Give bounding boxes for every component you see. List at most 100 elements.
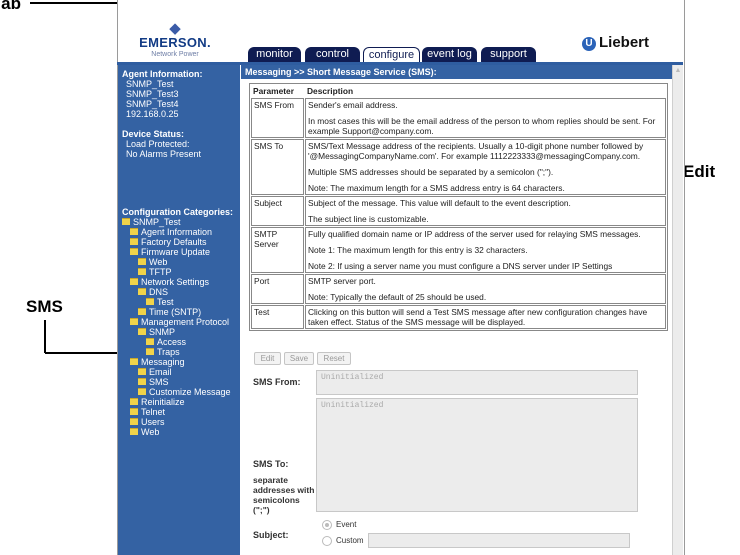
scroll-up-icon[interactable]: ▲	[674, 67, 682, 75]
tree-item-label: DNS	[149, 287, 169, 297]
sms-to-input[interactable]: Uninitialized	[316, 398, 638, 512]
table-row: SMS To SMS/Text Message address of the re…	[251, 139, 666, 195]
reset-button[interactable]: Reset	[317, 352, 351, 365]
vertical-scrollbar[interactable]: ▲	[672, 65, 683, 555]
description-cell: SMTP server port. Note: Typically the def…	[305, 274, 666, 304]
tree-item[interactable]: Customize Message	[122, 387, 233, 397]
description-paragraph: Note: The maximum length for a SMS addre…	[308, 183, 565, 193]
device-status-section: Device Status: Load Protected: No Alarms…	[122, 129, 201, 159]
tree-item[interactable]: Telnet	[122, 407, 233, 417]
agent-line: SNMP_Test3	[126, 89, 179, 99]
folder-icon	[122, 218, 130, 225]
config-tree: SNMP_Test Agent Information Factory Defaul…	[122, 217, 233, 437]
tree-item[interactable]: Email	[122, 367, 233, 377]
tab-configure[interactable]: configure	[363, 47, 420, 62]
subject-custom-label: Custom	[336, 536, 364, 545]
tree-item-label: SNMP_Test	[133, 217, 181, 227]
tree-item[interactable]: Management Protocol	[122, 317, 233, 327]
page-title: Messaging >> Short Message Service (SMS)…	[241, 65, 672, 79]
edit-button[interactable]: Edit	[254, 352, 281, 365]
tree-item[interactable]: Access	[122, 337, 233, 347]
description-paragraph: Note: Typically the default of 25 should…	[308, 292, 487, 302]
sidebar: Agent Information: SNMP_Test SNMP_Test3 …	[118, 65, 240, 555]
subject-event-radio[interactable]	[322, 520, 332, 530]
description-paragraph: Note 1: The maximum length for this entr…	[308, 245, 528, 255]
tab-monitor[interactable]: monitor	[248, 47, 301, 62]
folder-icon	[130, 318, 138, 325]
table-row: Subject Subject of the message. This valu…	[251, 196, 666, 226]
description-paragraph: Clicking on this button will send a Test…	[308, 307, 648, 327]
subject-custom-radio[interactable]	[322, 536, 332, 546]
sms-to-label: SMS To:	[253, 459, 289, 469]
table-row: Port SMTP server port. Note: Typically the…	[251, 274, 666, 304]
tree-item[interactable]: Time (SNTP)	[122, 307, 233, 317]
emerson-logo: ◆ EMERSON. Network Power	[135, 20, 215, 59]
agent-info-header: Agent Information:	[122, 69, 203, 79]
description-paragraph: SMTP server port.	[308, 276, 376, 286]
agent-line: SNMP_Test	[126, 79, 174, 89]
emerson-glyph-icon: ◆	[169, 20, 181, 37]
tree-item[interactable]: Factory Defaults	[122, 237, 233, 247]
param-cell: Port	[251, 274, 304, 304]
table-row: SMTP Server Fully qualified domain name o…	[251, 227, 666, 273]
tree-item[interactable]: Reinitialize	[122, 397, 233, 407]
tree-item-label: Time (SNTP)	[149, 307, 202, 317]
folder-icon	[138, 388, 146, 395]
tree-item[interactable]: Firmware Update	[122, 247, 233, 257]
description-cell: SMS/Text Message address of the recipien…	[305, 139, 666, 195]
subject-custom-input[interactable]	[368, 533, 630, 548]
tree-item[interactable]: TFTP	[122, 267, 233, 277]
tab-control[interactable]: control	[305, 47, 360, 62]
col-header-description: Description	[307, 86, 354, 96]
description-paragraph: Fully qualified domain name or IP addres…	[308, 229, 641, 239]
folder-icon	[130, 238, 138, 245]
tree-item-label: Users	[141, 417, 165, 427]
tree-item[interactable]: Network Settings	[122, 277, 233, 287]
sms-from-input[interactable]: Uninitialized	[316, 370, 638, 395]
device-status-header: Device Status:	[122, 129, 185, 139]
description-cell: Clicking on this button will send a Test…	[305, 305, 666, 329]
param-cell: SMS To	[251, 139, 304, 195]
tree-item-label: Customize Message	[149, 387, 231, 397]
folder-icon	[130, 408, 138, 415]
agent-info-section: Agent Information: SNMP_Test SNMP_Test3 …	[122, 69, 203, 119]
config-categories-header: Configuration Categories:	[122, 207, 234, 217]
tree-item[interactable]: Web	[122, 427, 233, 437]
tree-item[interactable]: Users	[122, 417, 233, 427]
description-paragraph: The subject line is customizable.	[308, 214, 429, 224]
tree-item[interactable]: Traps	[122, 347, 233, 357]
tab-event-log[interactable]: event log	[422, 47, 477, 62]
sms-from-label: SMS From:	[253, 377, 301, 387]
tree-item-label: Web	[141, 427, 160, 437]
folder-icon	[146, 298, 154, 305]
folder-icon	[138, 368, 146, 375]
save-button[interactable]: Save	[284, 352, 314, 365]
tree-item[interactable]: Agent Information	[122, 227, 233, 237]
tree-item[interactable]: SNMP	[122, 327, 233, 337]
folder-icon	[138, 288, 146, 295]
tree-item[interactable]: SNMP_Test	[122, 217, 233, 227]
folder-icon	[130, 428, 138, 435]
folder-icon	[130, 398, 138, 405]
config-categories-section: Configuration Categories: SNMP_Test Agent…	[122, 207, 233, 437]
tree-item[interactable]: SMS	[122, 377, 233, 387]
description-paragraph: Multiple SMS addresses should be separat…	[308, 167, 554, 177]
tree-item-label: Firmware Update	[141, 247, 211, 257]
folder-icon	[130, 278, 138, 285]
tree-item[interactable]: Web	[122, 257, 233, 267]
tree-item-label: Test	[157, 297, 174, 307]
folder-icon	[138, 378, 146, 385]
tab-support[interactable]: support	[481, 47, 536, 62]
subject-event-label: Event	[336, 520, 357, 529]
sms-to-hint: separate addresses with semicolons (";")	[253, 475, 315, 515]
table-row: Test Clicking on this button will send a …	[251, 305, 666, 329]
param-cell: Test	[251, 305, 304, 329]
description-cell: Sender's email address. In most cases thi…	[305, 98, 666, 138]
tree-item-label: Reinitialize	[141, 397, 185, 407]
tree-item[interactable]: Messaging	[122, 357, 233, 367]
tree-item-label: Messaging	[141, 357, 185, 367]
tree-item-label: TFTP	[149, 267, 172, 277]
tree-item[interactable]: Test	[122, 297, 233, 307]
folder-icon	[130, 418, 138, 425]
tree-item[interactable]: DNS	[122, 287, 233, 297]
